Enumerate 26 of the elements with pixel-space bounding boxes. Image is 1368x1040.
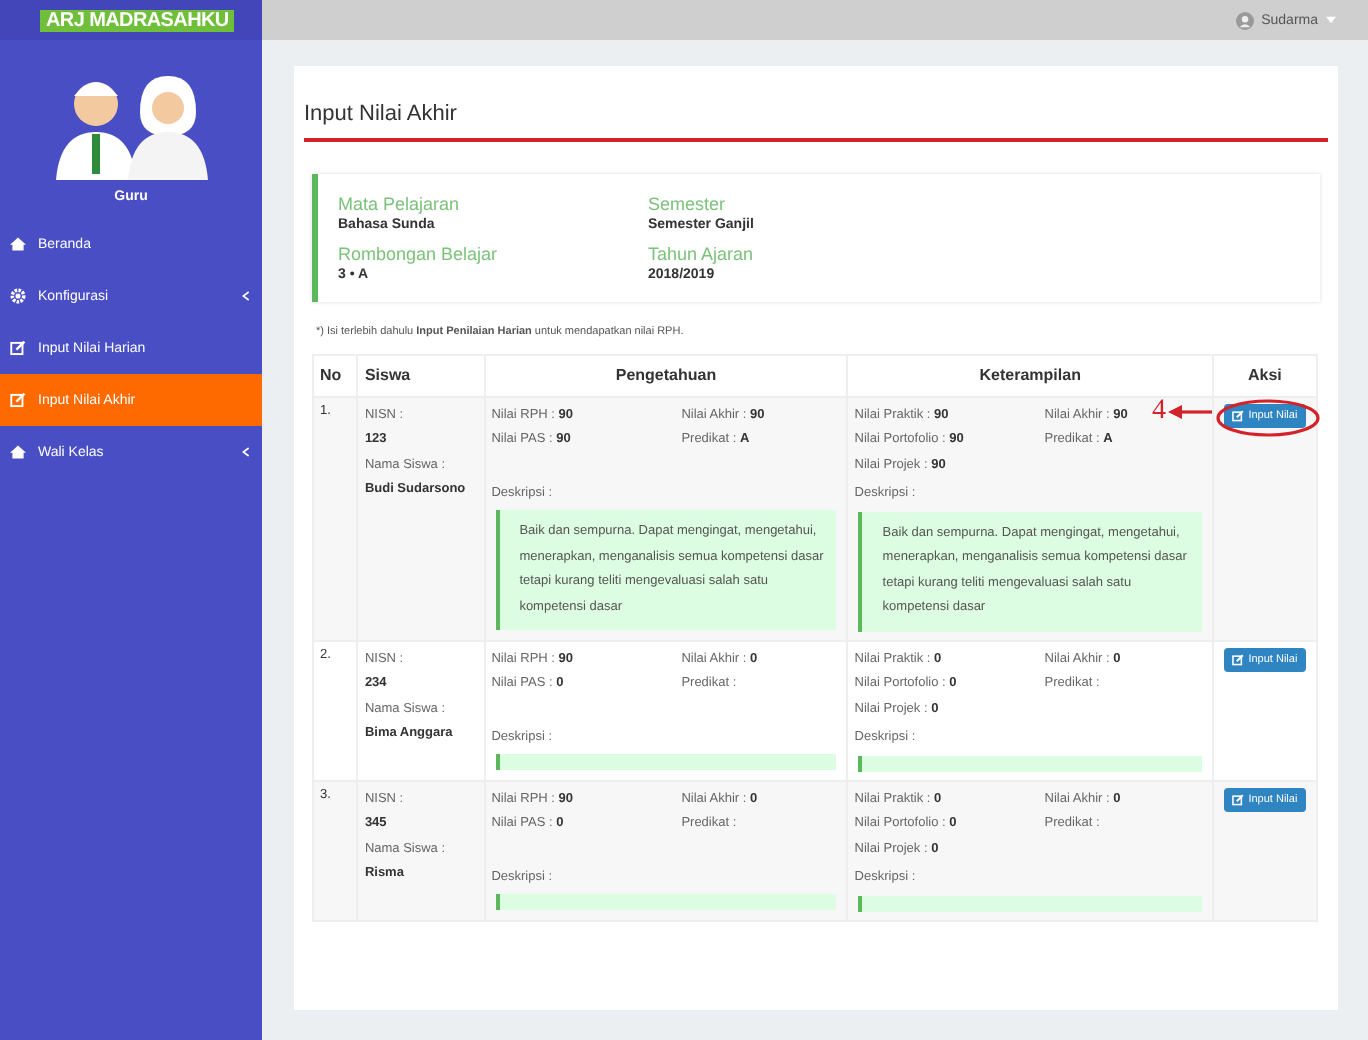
caret-icon: [1326, 16, 1336, 24]
chevron-icon: [242, 446, 250, 458]
info-label: Rombongan Belajar: [338, 243, 500, 263]
highlight-ellipse: [1215, 397, 1320, 437]
edit-icon: [1232, 409, 1245, 421]
column-header: Keterampilan: [847, 354, 1213, 396]
edit-icon: [10, 340, 26, 356]
column-header: Pengetahuan: [484, 354, 848, 396]
annotation-number: 4: [1152, 395, 1166, 427]
info-label: Mata Pelajaran: [338, 193, 462, 213]
app-logo: ARJ MADRASAHKU: [40, 9, 235, 31]
page-title: Input Nilai Akhir: [304, 102, 459, 126]
settings-icon: [10, 288, 26, 304]
user-icon: [1235, 11, 1254, 29]
info-label: Semester: [648, 193, 728, 213]
column-header: Siswa: [357, 354, 485, 396]
home-icon: [10, 236, 26, 252]
column-header: No: [313, 354, 358, 396]
column-header: Aksi: [1212, 354, 1317, 396]
info-label: Tahun Ajaran: [648, 243, 756, 263]
edit-icon: [1232, 793, 1245, 805]
chevron-icon: [242, 290, 250, 302]
arrow-icon: [1168, 403, 1212, 419]
edit-icon: [10, 392, 26, 408]
edit-icon: [1232, 653, 1245, 665]
home-icon: [10, 444, 26, 460]
